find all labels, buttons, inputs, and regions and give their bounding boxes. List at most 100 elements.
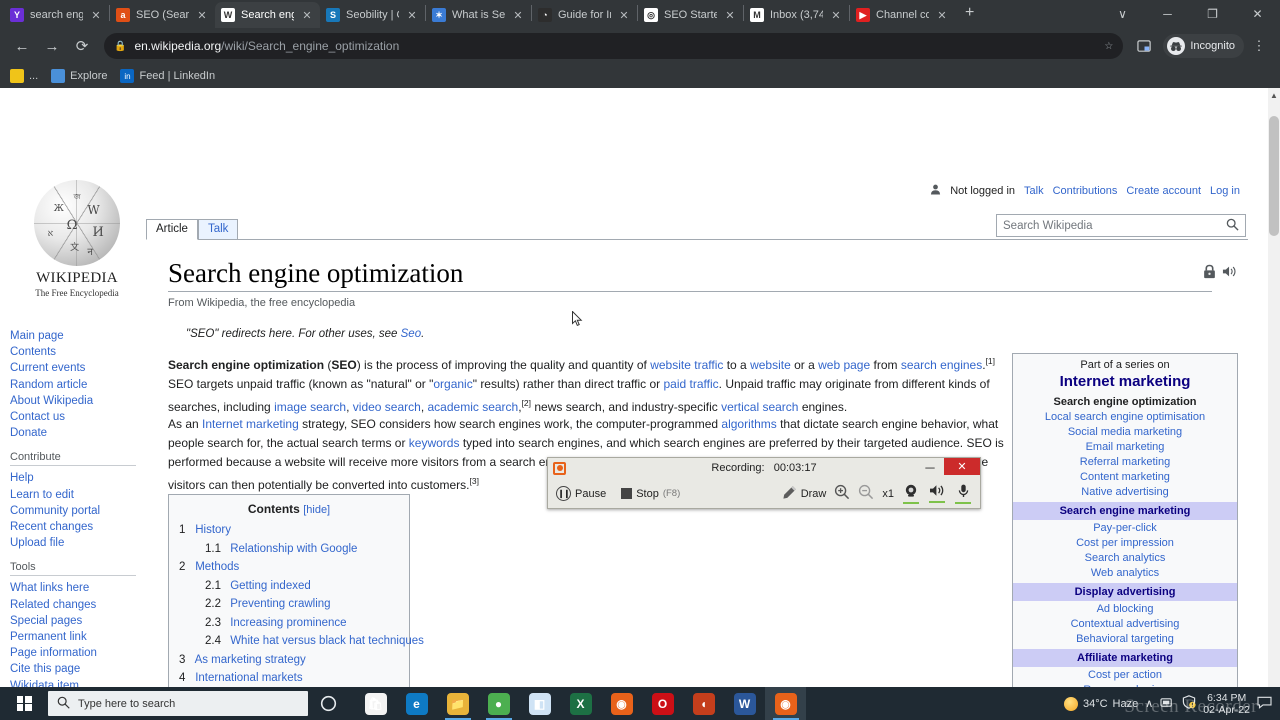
- sidebar-item-special-pages[interactable]: Special pages: [10, 613, 140, 629]
- stop-button[interactable]: Stop (F8): [621, 488, 680, 500]
- article-link[interactable]: vertical search: [721, 400, 798, 414]
- infobox-item[interactable]: Referral marketing: [1013, 454, 1237, 469]
- wikipedia-search-input[interactable]: Search Wikipedia: [996, 214, 1246, 237]
- sidebar-item-page-information[interactable]: Page information: [10, 645, 140, 661]
- scroll-up-arrow[interactable]: ▲: [1270, 91, 1278, 100]
- browser-tab[interactable]: M Inbox (3,748) ✕: [744, 2, 849, 28]
- toc-entry[interactable]: 2.3 Increasing prominence: [179, 614, 399, 633]
- article-link[interactable]: video search: [353, 400, 421, 414]
- tab-close-icon[interactable]: ✕: [405, 9, 419, 22]
- browser-tab[interactable]: S Seobility | Onl ✕: [320, 2, 425, 28]
- infobox-series-title[interactable]: Internet marketing: [1013, 371, 1237, 394]
- infobox-section-header[interactable]: Search engine marketing: [1013, 502, 1237, 520]
- sidebar-item-what-links-here[interactable]: What links here: [10, 580, 140, 596]
- office-taskbar-button[interactable]: ◖: [683, 687, 724, 720]
- infobox-item[interactable]: Web analytics: [1013, 565, 1237, 580]
- tab-close-icon[interactable]: ✕: [89, 9, 103, 22]
- sidebar-item-donate[interactable]: Donate: [10, 425, 140, 441]
- tab-close-icon[interactable]: ✕: [195, 9, 209, 22]
- infobox-item[interactable]: Search analytics: [1013, 550, 1237, 565]
- reference-marker[interactable]: [3]: [470, 476, 479, 486]
- toc-entry[interactable]: 1.1 Relationship with Google: [179, 540, 399, 559]
- article-link[interactable]: organic: [433, 377, 472, 391]
- toc-entry[interactable]: 3 As marketing strategy: [179, 651, 399, 670]
- scrollbar-thumb[interactable]: [1269, 116, 1279, 236]
- incognito-profile-button[interactable]: Incognito: [1163, 34, 1244, 58]
- bookmark-item[interactable]: Explore: [51, 69, 107, 83]
- browser-tab[interactable]: ▶ Channel conte ✕: [850, 2, 955, 28]
- reference-marker[interactable]: [2]: [522, 398, 531, 408]
- close-window-button[interactable]: ✕: [1235, 7, 1280, 21]
- browser-tab[interactable]: ◎ SEO Starter Gu ✕: [638, 2, 743, 28]
- minimize-button[interactable]: ─: [1145, 7, 1190, 21]
- toc-entry[interactable]: 1 History: [179, 521, 399, 540]
- sidebar-item-main-page[interactable]: Main page: [10, 328, 140, 344]
- file-explorer-taskbar-button[interactable]: 📁: [437, 687, 478, 720]
- infobox-section-header[interactable]: Affiliate marketing: [1013, 649, 1237, 667]
- screen-recorder-taskbar-button[interactable]: ◉: [765, 687, 806, 720]
- zoom-out-icon[interactable]: [858, 484, 874, 503]
- sidebar-item-learn-to-edit[interactable]: Learn to edit: [10, 487, 140, 503]
- toc-entry[interactable]: 2.2 Preventing crawling: [179, 595, 399, 614]
- microsoft-store-taskbar-button[interactable]: 🛍: [355, 687, 396, 720]
- sidebar-item-cite-this-page[interactable]: Cite this page: [10, 661, 140, 677]
- tab-close-icon[interactable]: ✕: [723, 9, 737, 22]
- user-link-talk[interactable]: Talk: [1024, 185, 1044, 197]
- reload-icon[interactable]: ⟳: [68, 32, 96, 60]
- article-link[interactable]: search engines: [901, 358, 982, 372]
- microphone-toggle[interactable]: [954, 484, 972, 504]
- bookmark-star-icon[interactable]: ☆: [1104, 41, 1113, 52]
- sticky-notes-taskbar-button[interactable]: ◧: [519, 687, 560, 720]
- infobox-item[interactable]: Ad blocking: [1013, 601, 1237, 616]
- infobox-item[interactable]: Email marketing: [1013, 439, 1237, 454]
- cortana-icon[interactable]: [308, 687, 349, 720]
- toc-entry[interactable]: 4 International markets: [179, 669, 399, 688]
- infobox-item[interactable]: Cost per impression: [1013, 535, 1237, 550]
- user-link-create-account[interactable]: Create account: [1126, 185, 1201, 197]
- browser-tab[interactable]: Ysearch engine ✕: [4, 2, 109, 28]
- sidebar-item-about-wikipedia[interactable]: About Wikipedia: [10, 393, 140, 409]
- browser-tab[interactable]: ◔ Guide for Incr ✕: [532, 2, 637, 28]
- article-link[interactable]: website traffic: [650, 358, 723, 372]
- recorder-title-bar[interactable]: Recording: 00:03:17 ─ ✕: [548, 458, 980, 478]
- webcam-toggle[interactable]: [902, 484, 920, 504]
- article-link[interactable]: web page: [818, 358, 870, 372]
- security-alert-icon[interactable]: [1182, 695, 1196, 712]
- recorder-minimize-button[interactable]: ─: [922, 460, 938, 475]
- excel-taskbar-button[interactable]: X: [560, 687, 601, 720]
- firefox-taskbar-button[interactable]: ◉: [601, 687, 642, 720]
- address-bar[interactable]: 🔒 en.wikipedia.org/wiki/Search_engine_op…: [104, 33, 1124, 59]
- word-taskbar-button[interactable]: W: [724, 687, 765, 720]
- sidebar-item-contents[interactable]: Contents: [10, 344, 140, 360]
- toc-entry[interactable]: 2.4 White hat versus black hat technique…: [179, 632, 424, 651]
- speaker-toggle[interactable]: [928, 484, 946, 503]
- search-icon[interactable]: [1226, 218, 1239, 234]
- sidebar-item-current-events[interactable]: Current events: [10, 360, 140, 376]
- bookmark-item[interactable]: in Feed | LinkedIn: [120, 69, 215, 83]
- infobox-item[interactable]: Social media marketing: [1013, 424, 1237, 439]
- sidebar-item-random-article[interactable]: Random article: [10, 377, 140, 393]
- browser-tab[interactable]: a SEO (Search E ✕: [110, 2, 215, 28]
- infobox-item[interactable]: Local search engine optimisation: [1013, 409, 1237, 424]
- infobox-item[interactable]: Contextual advertising: [1013, 616, 1237, 631]
- sidebar-item-upload-file[interactable]: Upload file: [10, 535, 140, 551]
- article-link[interactable]: keywords: [409, 436, 460, 450]
- extensions-icon[interactable]: [1131, 33, 1157, 59]
- new-tab-button[interactable]: +: [955, 4, 984, 24]
- start-button[interactable]: [0, 687, 48, 720]
- toc-entry[interactable]: 2 Methods: [179, 558, 399, 577]
- infobox-item[interactable]: Native advertising: [1013, 484, 1237, 499]
- speaker-icon[interactable]: [1222, 264, 1238, 282]
- user-link-log-in[interactable]: Log in: [1210, 185, 1240, 197]
- toc-entry[interactable]: 2.1 Getting indexed: [179, 577, 399, 596]
- lock-icon[interactable]: [1203, 264, 1216, 282]
- draw-button[interactable]: Draw: [782, 485, 826, 503]
- bookmark-item[interactable]: ...: [10, 69, 38, 83]
- sidebar-item-permanent-link[interactable]: Permanent link: [10, 629, 140, 645]
- google-chrome-taskbar-button[interactable]: ●: [478, 687, 519, 720]
- tab-search-button[interactable]: ∨: [1100, 7, 1145, 21]
- user-link-contributions[interactable]: Contributions: [1053, 185, 1118, 197]
- page-scrollbar[interactable]: ▲ ▼: [1268, 88, 1280, 697]
- sidebar-item-contact-us[interactable]: Contact us: [10, 409, 140, 425]
- weather-widget[interactable]: 34°C Haze: [1063, 696, 1138, 711]
